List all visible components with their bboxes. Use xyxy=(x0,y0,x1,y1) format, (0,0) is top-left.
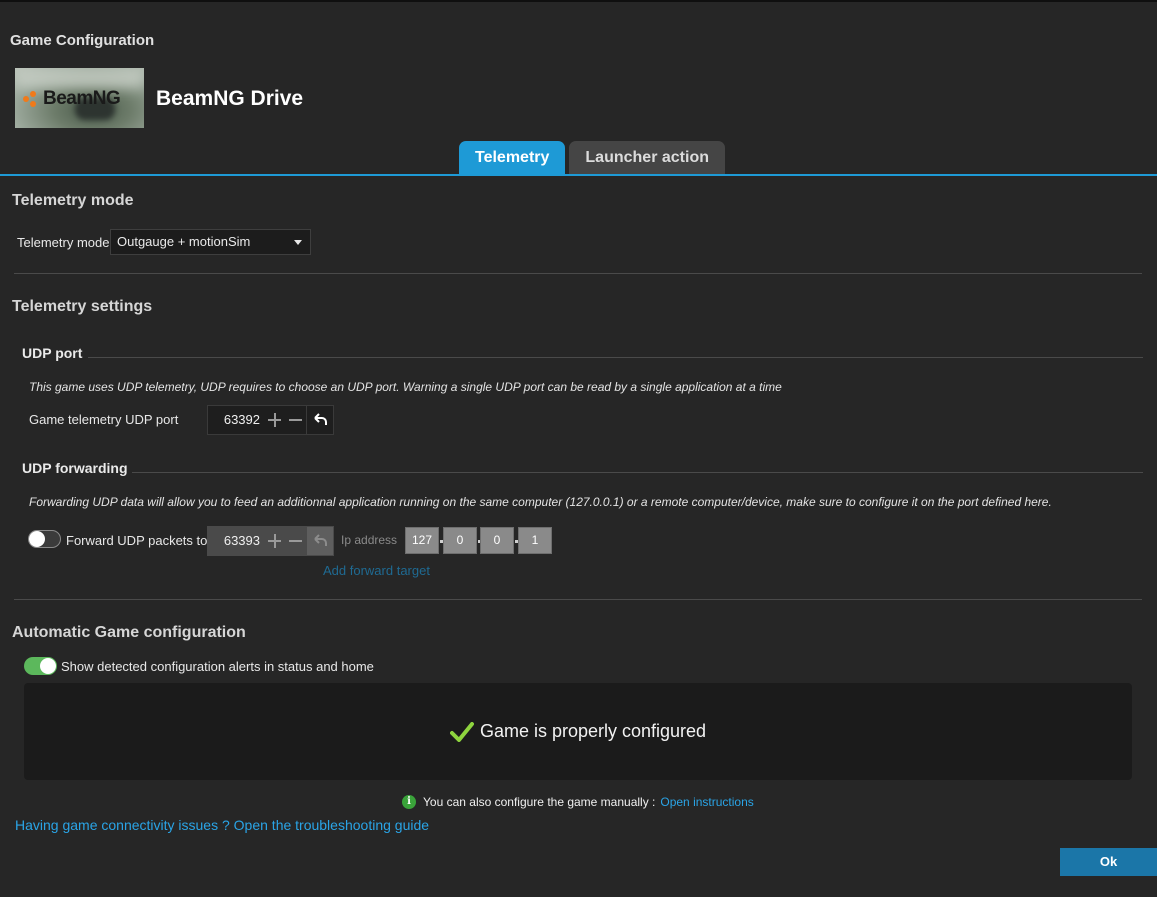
udp-forwarding-note: Forwarding UDP data will allow you to fe… xyxy=(29,495,1052,509)
tab-underline xyxy=(0,174,1157,176)
thumbnail-background xyxy=(15,68,144,88)
config-status-panel: Game is properly configured xyxy=(24,683,1132,780)
beamng-logo-icon xyxy=(23,91,39,107)
open-instructions-link[interactable]: Open instructions xyxy=(660,795,753,809)
udp-forwarding-heading: UDP forwarding xyxy=(22,460,128,476)
game-name: BeamNG Drive xyxy=(156,87,304,110)
undo-icon xyxy=(314,534,327,546)
telemetry-mode-heading: Telemetry mode xyxy=(12,192,134,209)
auto-config-heading: Automatic Game configuration xyxy=(12,624,246,641)
info-icon: i xyxy=(402,795,416,809)
increment-button[interactable] xyxy=(264,527,285,555)
udp-forwarding-rule xyxy=(132,472,1143,473)
ip-octet-1[interactable]: 127 xyxy=(405,527,439,554)
reset-button[interactable] xyxy=(306,527,333,555)
telemetry-settings-heading: Telemetry settings xyxy=(12,298,153,315)
telemetry-mode-selected: Outgauge + motionSim xyxy=(117,234,251,249)
udp-port-stepper: 63392 xyxy=(207,405,334,435)
troubleshooting-link[interactable]: Having game connectivity issues ? Open t… xyxy=(15,817,429,833)
udp-port-label: Game telemetry UDP port xyxy=(29,412,179,427)
telemetry-mode-select[interactable]: Outgauge + motionSim xyxy=(110,229,311,255)
divider xyxy=(14,273,1142,274)
config-status-text: Game is properly configured xyxy=(479,721,707,741)
telemetry-mode-label: Telemetry mode xyxy=(17,235,110,250)
udp-port-rule xyxy=(88,357,1143,358)
divider xyxy=(14,599,1142,600)
tab-telemetry[interactable]: Telemetry xyxy=(459,141,566,174)
undo-icon xyxy=(314,413,327,425)
udp-port-note: This game uses UDP telemetry, UDP requir… xyxy=(29,380,782,394)
tab-launcher-action[interactable]: Launcher action xyxy=(569,141,725,174)
window-top-border xyxy=(0,0,1157,2)
toggle-knob xyxy=(40,658,56,674)
udp-port-heading: UDP port xyxy=(22,345,83,361)
ip-address-label: Ip address xyxy=(341,533,398,547)
tab-strip: Telemetry Launcher action xyxy=(459,141,729,174)
reset-button[interactable] xyxy=(306,406,333,434)
forward-port-input[interactable]: 63393 xyxy=(208,527,264,555)
forward-port-stepper: 63393 xyxy=(207,526,334,556)
ip-octet-3[interactable]: 0 xyxy=(480,527,514,554)
decrement-button[interactable] xyxy=(285,406,306,434)
manual-config-text: You can also configure the game manually… xyxy=(423,795,656,809)
ip-octet-4[interactable]: 1 xyxy=(518,527,552,554)
manual-config-row: i You can also configure the game manual… xyxy=(402,795,754,809)
ok-button[interactable]: Ok xyxy=(1060,848,1157,876)
window-title: Game Configuration xyxy=(10,32,155,49)
toggle-knob xyxy=(29,531,45,547)
decrement-button[interactable] xyxy=(285,527,306,555)
game-thumbnail: BeamNG xyxy=(15,68,144,128)
config-alerts-label: Show detected configuration alerts in st… xyxy=(61,659,374,674)
config-alerts-toggle[interactable] xyxy=(24,657,57,675)
udp-port-input[interactable]: 63392 xyxy=(208,406,264,434)
increment-button[interactable] xyxy=(264,406,285,434)
chevron-down-icon xyxy=(294,240,302,245)
beamng-logo-text: BeamNG xyxy=(43,88,121,109)
add-forward-target-link[interactable]: Add forward target xyxy=(323,563,430,578)
forward-udp-label: Forward UDP packets to xyxy=(66,533,208,548)
forward-udp-toggle[interactable] xyxy=(28,530,61,548)
check-icon xyxy=(449,721,474,742)
beamng-logo: BeamNG xyxy=(23,88,121,110)
ip-octet-2[interactable]: 0 xyxy=(443,527,477,554)
